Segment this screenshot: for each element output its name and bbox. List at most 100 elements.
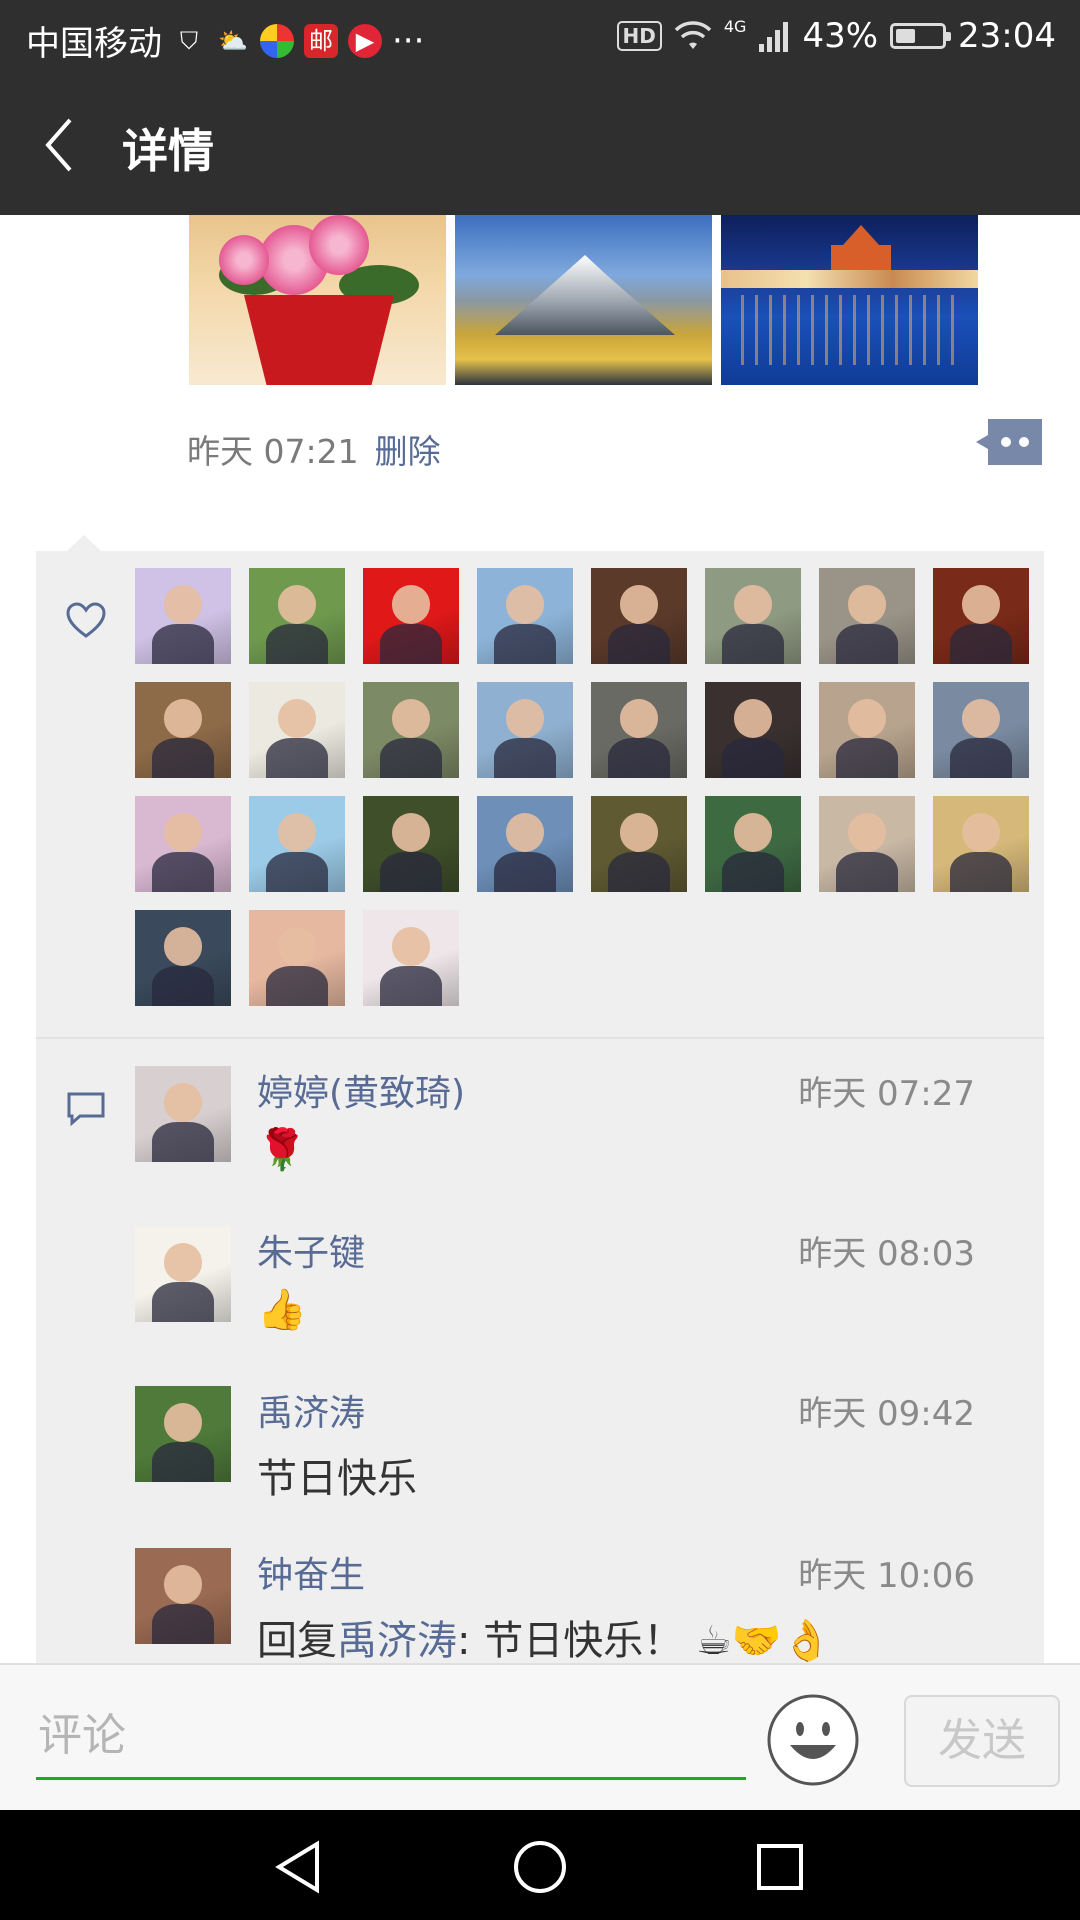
like-avatar[interactable] xyxy=(363,910,459,1006)
like-avatar[interactable] xyxy=(477,682,573,778)
avatar-body-shape xyxy=(152,623,214,664)
avatar-body-shape xyxy=(152,1121,214,1162)
post-photo-mountain[interactable] xyxy=(455,215,712,385)
avatar-body-shape xyxy=(380,737,442,778)
like-avatar[interactable] xyxy=(819,682,915,778)
avatar-body-shape xyxy=(836,737,898,778)
like-avatar[interactable] xyxy=(591,568,687,664)
nav-back-button[interactable] xyxy=(265,1832,335,1902)
battery-percent: 43% xyxy=(802,16,879,56)
avatar-body-shape xyxy=(152,965,214,1006)
avatar-body-shape xyxy=(494,623,556,664)
like-avatar[interactable] xyxy=(705,682,801,778)
like-avatar[interactable] xyxy=(363,796,459,892)
battery-level xyxy=(896,29,916,43)
page-title: 详情 xyxy=(122,124,214,178)
avatar-body-shape xyxy=(608,851,670,892)
like-avatar[interactable] xyxy=(249,682,345,778)
send-button[interactable]: 发送 xyxy=(904,1695,1060,1787)
smiley-icon xyxy=(767,1694,859,1786)
like-avatar[interactable] xyxy=(819,568,915,664)
avatar-head-shape xyxy=(391,813,431,852)
commenter-avatar[interactable] xyxy=(135,1226,231,1322)
signal-icon xyxy=(759,22,789,52)
like-avatar[interactable] xyxy=(591,796,687,892)
triangle-back-icon xyxy=(275,1840,319,1894)
avatar-head-shape xyxy=(163,1243,203,1282)
avatar-body-shape xyxy=(380,851,442,892)
pagoda-shape xyxy=(831,225,891,275)
like-avatar[interactable] xyxy=(933,568,1029,664)
avatar-head-shape xyxy=(163,813,203,852)
like-avatar[interactable] xyxy=(477,796,573,892)
like-avatar[interactable] xyxy=(135,910,231,1006)
post-app-icon: 邮 xyxy=(304,23,338,58)
shield-icon: ⛉ xyxy=(180,26,198,55)
avatar-head-shape xyxy=(961,585,1001,624)
like-avatar[interactable] xyxy=(363,682,459,778)
like-avatar[interactable] xyxy=(249,796,345,892)
avatar-head-shape xyxy=(391,927,431,966)
avatar-body-shape xyxy=(722,737,784,778)
avatar-head-shape xyxy=(619,585,659,624)
avatar-head-shape xyxy=(847,585,887,624)
avatar-body-shape xyxy=(266,737,328,778)
commenter-name[interactable]: 婷婷(黄致琦) xyxy=(257,1064,465,1116)
avatar-head-shape xyxy=(163,1565,203,1604)
comment-text: 🌹 xyxy=(257,1127,307,1173)
avatar-head-shape xyxy=(847,813,887,852)
navigation-bar xyxy=(0,1810,1080,1920)
flower-shape xyxy=(219,235,269,285)
like-avatar[interactable] xyxy=(249,568,345,664)
like-avatar[interactable] xyxy=(477,568,573,664)
like-avatar[interactable] xyxy=(135,682,231,778)
delete-link[interactable]: 删除 xyxy=(375,425,441,473)
square-recents-icon xyxy=(757,1844,803,1890)
like-avatar[interactable] xyxy=(705,568,801,664)
more-actions-button[interactable] xyxy=(976,419,1042,465)
avatar-head-shape xyxy=(163,1403,203,1442)
heart-icon xyxy=(66,602,106,638)
commenter-avatar[interactable] xyxy=(135,1548,231,1644)
avatar-head-shape xyxy=(961,699,1001,738)
commenter-name[interactable]: 钟奋生 xyxy=(257,1546,365,1598)
commenter-avatar[interactable] xyxy=(135,1066,231,1162)
avatar-body-shape xyxy=(608,623,670,664)
avatar-body-shape xyxy=(950,737,1012,778)
comment-input[interactable] xyxy=(36,1693,746,1780)
like-avatar[interactable] xyxy=(933,682,1029,778)
avatar-head-shape xyxy=(619,699,659,738)
nav-recents-button[interactable] xyxy=(745,1832,815,1902)
status-right: HD 4G 43% 23:04 xyxy=(616,16,1056,56)
video-app-icon: ▶ xyxy=(348,23,382,58)
avatar-body-shape xyxy=(608,737,670,778)
like-avatar[interactable] xyxy=(933,796,1029,892)
avatar-head-shape xyxy=(163,699,203,738)
post-detail: 昨天 07:21 删除 婷婷(黄致琦) 昨天 07:27 🌹 朱子键 昨天 08… xyxy=(0,215,1080,1663)
commenter-avatar[interactable] xyxy=(135,1386,231,1482)
avatar-head-shape xyxy=(277,813,317,852)
commenter-name[interactable]: 禹济涛 xyxy=(257,1384,365,1436)
commenter-name[interactable]: 朱子键 xyxy=(257,1224,365,1276)
like-avatar[interactable] xyxy=(591,682,687,778)
avatar-body-shape xyxy=(266,965,328,1006)
like-avatar-grid xyxy=(135,568,1029,1006)
comment-text: 👍 xyxy=(257,1287,307,1333)
like-avatar[interactable] xyxy=(135,796,231,892)
like-avatar[interactable] xyxy=(135,568,231,664)
avatar-head-shape xyxy=(505,813,545,852)
comment-text: 节日快乐 xyxy=(257,1456,417,1502)
post-photo-lake[interactable] xyxy=(721,215,978,385)
post-photo-flower[interactable] xyxy=(189,215,446,385)
reply-target-name[interactable]: 禹济涛 xyxy=(337,1618,457,1663)
back-button[interactable] xyxy=(30,110,100,180)
comment-time: 昨天 08:03 xyxy=(798,1234,975,1274)
wifi-icon xyxy=(674,21,712,49)
like-avatar[interactable] xyxy=(705,796,801,892)
like-avatar[interactable] xyxy=(819,796,915,892)
like-avatar[interactable] xyxy=(363,568,459,664)
nav-home-button[interactable] xyxy=(505,1832,575,1902)
emoji-button[interactable] xyxy=(766,1693,860,1787)
avatar-body-shape xyxy=(152,1603,214,1644)
like-avatar[interactable] xyxy=(249,910,345,1006)
